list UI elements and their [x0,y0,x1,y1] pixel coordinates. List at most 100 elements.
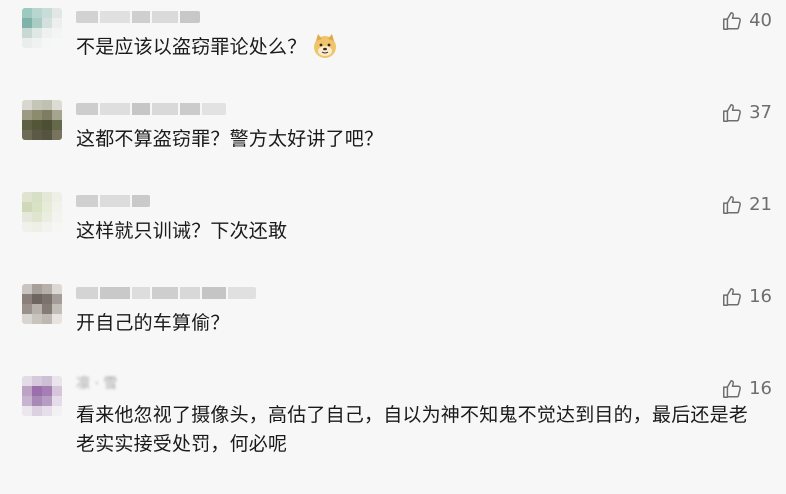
avatar-pixel [32,222,42,232]
avatar-pixel [22,212,32,222]
avatar-pixel [22,314,32,324]
avatar-pixel [52,386,62,396]
avatar[interactable] [22,376,62,416]
like-button[interactable]: 37 [721,102,772,124]
avatar-pixel [32,18,42,28]
avatar-pixel [42,222,52,232]
nickname-pixel [228,287,256,299]
avatar-pixel [22,38,32,48]
avatar-pixel [22,284,32,294]
avatar-pixel [22,130,32,140]
avatar-pixel [42,212,52,222]
avatar-pixel [32,386,42,396]
like-count: 37 [749,102,772,123]
thumbs-up-icon [721,10,743,32]
avatar-pixel [42,396,52,406]
avatar-pixel [42,38,52,48]
avatar-pixel [52,110,62,120]
comment-text: 不是应该以盗窃罪论处么？ [76,36,307,58]
nickname-pixel [152,11,178,23]
like-count: 21 [749,194,772,215]
avatar-pixel [52,100,62,110]
nickname[interactable] [76,195,150,207]
avatar-pixel [52,314,62,324]
avatar-pixel [32,38,42,48]
comment-text-wrap: 不是应该以盗窃罪论处么？ [76,33,766,62]
avatar-pixel [52,192,62,202]
nickname-pixel [152,103,178,115]
avatar-pixel [22,304,32,314]
avatar-pixel [42,130,52,140]
avatar-pixel [42,100,52,110]
avatar-pixel [42,192,52,202]
comments-screen: { "comments": [ { "text": "不是应该以盗窃罪论处么？"… [0,0,786,494]
avatar-pixel [42,202,52,212]
avatar-pixel [52,212,62,222]
nickname-pixel [100,103,130,115]
avatar-pixel [52,8,62,18]
avatar[interactable] [22,8,62,48]
nickname-pixel [180,287,200,299]
nickname-pixel [180,103,200,115]
like-count: 40 [749,10,772,31]
avatar-pixel [32,406,42,416]
avatar-pixel [32,314,42,324]
avatar[interactable] [22,100,62,140]
like-button[interactable]: 21 [721,194,772,216]
nickname-pixel [100,11,130,23]
avatar-pixel [32,294,42,304]
avatar-pixel [22,110,32,120]
avatar-pixel [22,28,32,38]
avatar-pixel [32,212,42,222]
avatar-pixel [32,304,42,314]
comment-text: 开自己的车算偷？ [76,312,230,334]
comment-text: 这样就只训诫？下次还敢 [76,220,288,242]
avatar-pixel [42,110,52,120]
nickname-pixel [100,287,130,299]
like-button[interactable]: 16 [721,378,772,400]
avatar[interactable] [22,192,62,232]
avatar-pixel [52,38,62,48]
nickname-pixel [132,195,150,207]
nickname-pixel [180,11,200,23]
avatar-pixel [22,8,32,18]
avatar[interactable] [22,284,62,324]
avatar-pixel [52,202,62,212]
avatar-pixel [32,202,42,212]
like-button[interactable]: 40 [721,10,772,32]
avatar-pixel [42,284,52,294]
nickname[interactable]: 凛 · 雪 [76,376,117,392]
nickname-pixel [132,287,150,299]
avatar-pixel [22,396,32,406]
nickname-pixel [132,11,150,23]
nickname[interactable] [76,103,226,115]
comment-text: 看来他忽视了摄像头，高估了自己，自以为神不知鬼不觉达到目的，最后还是老老实实接受… [76,404,749,455]
nickname-pixel [76,195,98,207]
thumbs-up-icon [721,378,743,400]
avatar-pixel [22,120,32,130]
avatar-pixel [32,396,42,406]
avatar-pixel [52,130,62,140]
thumbs-up-icon [721,286,743,308]
avatar-pixel [52,18,62,28]
avatar-pixel [52,304,62,314]
avatar-pixel [42,294,52,304]
thumbs-up-icon [721,194,743,216]
nickname-pixel [132,103,150,115]
nickname-pixel [152,287,178,299]
avatar-pixel [32,192,42,202]
nickname[interactable] [76,287,256,299]
nickname-pixel [76,11,98,23]
avatar-pixel [22,376,32,386]
comment-text: 这都不算盗窃罪？警方太好讲了吧？ [76,128,384,150]
avatar-pixel [52,396,62,406]
doge-emoji-icon [312,33,338,59]
avatar-pixel [32,110,42,120]
avatar-pixel [52,28,62,38]
nickname-pixel [76,103,98,115]
avatar-pixel [42,18,52,28]
like-count: 16 [749,286,772,307]
avatar-pixel [52,284,62,294]
like-button[interactable]: 16 [721,286,772,308]
nickname[interactable] [76,11,200,23]
